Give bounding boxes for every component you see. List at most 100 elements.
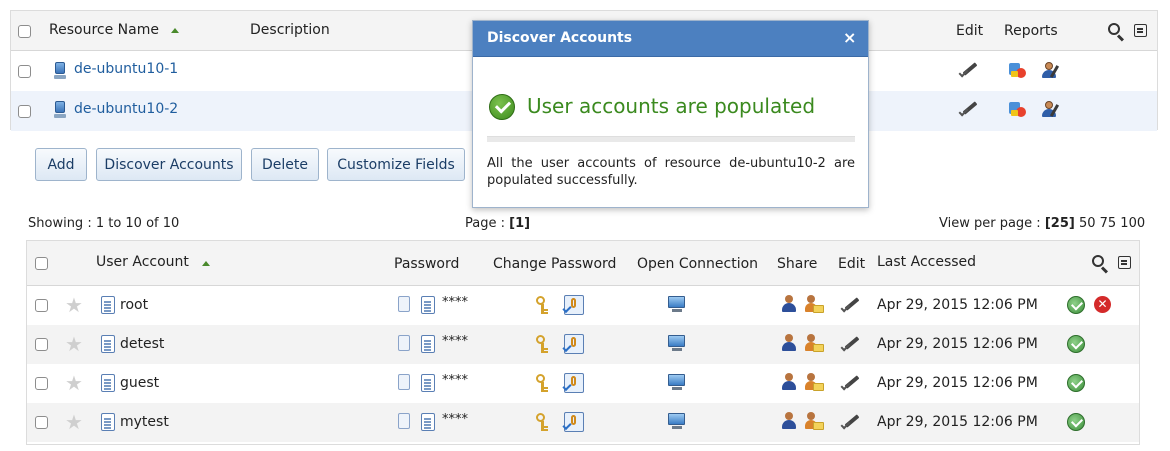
row-checkbox[interactable] — [35, 416, 48, 429]
reconcile-icon[interactable] — [1067, 296, 1085, 314]
change-password-icon[interactable] — [562, 295, 584, 315]
key-icon[interactable] — [535, 334, 553, 354]
favorite-star-icon[interactable]: ★ — [65, 334, 83, 354]
share-group-icon[interactable] — [805, 373, 825, 393]
change-password-icon[interactable] — [562, 373, 584, 393]
view-password-icon[interactable] — [398, 413, 410, 429]
edit-icon[interactable] — [840, 335, 861, 353]
account-row: ★ guest **** Apr 29, 2015 12:06 PM — [27, 364, 1139, 403]
share-group-icon[interactable] — [805, 295, 825, 315]
password-mask: **** — [442, 295, 468, 310]
column-user-account[interactable]: User Account — [96, 254, 189, 270]
account-icon — [101, 374, 115, 392]
column-share: Share — [777, 256, 818, 272]
edit-icon[interactable] — [840, 413, 861, 431]
share-user-icon[interactable] — [781, 373, 797, 391]
column-description[interactable]: Description — [250, 22, 330, 38]
column-chooser-icon[interactable] — [1134, 24, 1147, 37]
view-per-page-label: View per page : — [939, 216, 1045, 231]
dialog-title: Discover Accounts — [487, 30, 633, 46]
view-password-icon[interactable] — [398, 296, 410, 312]
select-all-accounts-checkbox[interactable] — [35, 257, 48, 270]
edit-icon[interactable] — [958, 61, 979, 79]
key-icon[interactable] — [535, 412, 553, 432]
edit-icon[interactable] — [958, 100, 979, 118]
favorite-star-icon[interactable]: ★ — [65, 412, 83, 432]
close-icon[interactable]: × — [843, 28, 856, 47]
sort-ascending-icon[interactable] — [202, 261, 210, 266]
copy-password-icon[interactable] — [421, 296, 435, 314]
key-icon[interactable] — [535, 295, 553, 315]
view-password-icon[interactable] — [398, 335, 410, 351]
last-accessed: Apr 29, 2015 12:06 PM — [877, 297, 1038, 313]
user-accounts-header: User Account Password Change Password Op… — [27, 241, 1139, 286]
select-all-resources-checkbox[interactable] — [18, 25, 31, 38]
open-connection-icon[interactable] — [667, 413, 687, 431]
resource-link[interactable]: de-ubuntu10-2 — [74, 101, 178, 117]
resource-link[interactable]: de-ubuntu10-1 — [74, 61, 178, 77]
remove-icon[interactable]: ✕ — [1094, 296, 1111, 313]
sort-ascending-icon[interactable] — [171, 28, 179, 33]
view-password-icon[interactable] — [398, 374, 410, 390]
share-user-icon[interactable] — [781, 412, 797, 430]
column-last-accessed[interactable]: Last Accessed — [877, 254, 976, 270]
reconcile-icon[interactable] — [1067, 374, 1085, 392]
column-chooser-icon[interactable] — [1118, 256, 1131, 269]
share-user-icon[interactable] — [781, 334, 797, 352]
discover-accounts-button[interactable]: Discover Accounts — [96, 148, 242, 181]
delete-button[interactable]: Delete — [251, 148, 319, 181]
row-checkbox[interactable] — [18, 105, 31, 118]
change-password-icon[interactable] — [562, 412, 584, 432]
page-label: Page : — [465, 216, 510, 231]
copy-password-icon[interactable] — [421, 374, 435, 392]
dialog-header[interactable]: Discover Accounts × — [473, 21, 868, 57]
account-name[interactable]: root — [120, 297, 148, 313]
key-icon[interactable] — [535, 373, 553, 393]
view-per-page: View per page : [25] 50 75 100 — [939, 216, 1145, 231]
last-accessed: Apr 29, 2015 12:06 PM — [877, 414, 1038, 430]
user-accounts-table: User Account Password Change Password Op… — [26, 240, 1140, 445]
copy-password-icon[interactable] — [421, 335, 435, 353]
share-group-icon[interactable] — [805, 412, 825, 432]
account-name[interactable]: guest — [120, 375, 159, 391]
password-mask: **** — [442, 373, 468, 388]
reconcile-icon[interactable] — [1067, 335, 1085, 353]
reconcile-icon[interactable] — [1067, 413, 1085, 431]
account-icon — [101, 296, 115, 314]
customize-fields-button[interactable]: Customize Fields — [327, 148, 465, 181]
dialog-status: User accounts are populated — [527, 94, 816, 118]
view-per-page-current: [25] — [1044, 216, 1075, 231]
row-checkbox[interactable] — [35, 299, 48, 312]
user-report-icon[interactable] — [1041, 100, 1061, 118]
password-mask: **** — [442, 334, 468, 349]
copy-password-icon[interactable] — [421, 413, 435, 431]
edit-icon[interactable] — [840, 374, 861, 392]
share-group-icon[interactable] — [805, 334, 825, 354]
account-name[interactable]: detest — [120, 336, 164, 352]
row-checkbox[interactable] — [18, 65, 31, 78]
view-per-page-options[interactable]: 50 75 100 — [1079, 216, 1145, 231]
row-checkbox[interactable] — [35, 377, 48, 390]
account-icon — [101, 413, 115, 431]
search-icon[interactable] — [1108, 23, 1126, 42]
account-name[interactable]: mytest — [120, 414, 169, 430]
open-connection-icon[interactable] — [667, 374, 687, 392]
column-change-password: Change Password — [493, 256, 617, 272]
share-user-icon[interactable] — [781, 295, 797, 313]
open-connection-icon[interactable] — [667, 335, 687, 353]
open-connection-icon[interactable] — [667, 296, 687, 314]
column-resource-name[interactable]: Resource Name — [49, 22, 159, 38]
favorite-star-icon[interactable]: ★ — [65, 373, 83, 393]
change-password-icon[interactable] — [562, 334, 584, 354]
last-accessed: Apr 29, 2015 12:06 PM — [877, 375, 1038, 391]
reports-icon[interactable] — [1008, 61, 1028, 79]
page-indicator: Page : [1] — [465, 216, 530, 231]
row-checkbox[interactable] — [35, 338, 48, 351]
reports-icon[interactable] — [1008, 100, 1028, 118]
user-report-icon[interactable] — [1041, 61, 1061, 79]
add-button[interactable]: Add — [35, 148, 87, 181]
favorite-star-icon[interactable]: ★ — [65, 295, 83, 315]
edit-icon[interactable] — [840, 296, 861, 314]
account-row: ★ detest **** Apr 29, 2015 12:06 PM — [27, 325, 1139, 364]
search-icon[interactable] — [1092, 255, 1110, 274]
